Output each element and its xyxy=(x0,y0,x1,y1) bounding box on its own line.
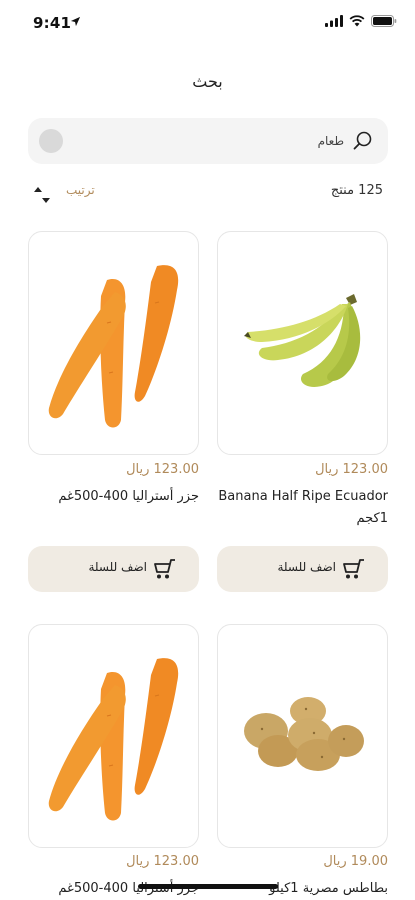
sort-icon[interactable] xyxy=(30,183,54,207)
potato-image xyxy=(244,697,364,771)
add-to-cart-button[interactable]: اضف للسلة xyxy=(217,546,388,592)
product-price: 123.00 ريال xyxy=(126,462,199,477)
add-to-cart-label: اضف للسلة xyxy=(277,560,337,574)
search-icon[interactable] xyxy=(352,130,374,152)
signal-icon xyxy=(325,15,343,27)
search-clear-button[interactable] xyxy=(39,129,63,153)
page-title: بحث xyxy=(192,72,223,91)
banana-image xyxy=(244,294,361,387)
product-name: جزر أستراليا 400-500غم xyxy=(58,881,199,896)
product-card-potato[interactable] xyxy=(217,624,388,848)
search-bar[interactable] xyxy=(28,118,388,164)
product-price: 123.00 ريال xyxy=(315,462,388,477)
battery-icon xyxy=(371,15,397,27)
status-indicators xyxy=(325,15,397,27)
product-price: 123.00 ريال xyxy=(126,854,199,869)
product-price: 19.00 ريال xyxy=(323,854,388,869)
cart-icon xyxy=(343,559,364,579)
status-bar: 9:41 xyxy=(0,0,415,46)
cart-icon xyxy=(154,559,175,579)
product-name: Banana Half Ripe Ecuador 1كجم xyxy=(218,489,388,526)
product-card-banana[interactable] xyxy=(217,231,388,455)
location-arrow-icon xyxy=(70,16,81,27)
product-card-carrot[interactable] xyxy=(28,624,199,848)
add-to-cart-button[interactable]: اضف للسلة xyxy=(28,546,199,592)
search-input[interactable] xyxy=(94,130,344,152)
home-indicator xyxy=(138,884,278,889)
results-count: 125 منتج xyxy=(330,183,383,198)
status-time: 9:41 xyxy=(33,14,72,32)
carrot-image xyxy=(48,265,179,428)
product-card-carrot[interactable] xyxy=(28,231,199,455)
wifi-icon xyxy=(349,15,365,27)
sort-button[interactable]: ترتيب xyxy=(66,183,95,197)
carrot-image xyxy=(48,658,179,821)
add-to-cart-label: اضف للسلة xyxy=(88,560,148,574)
product-name: بطاطس مصرية 1كيلو xyxy=(269,881,388,896)
product-name: جزر أستراليا 400-500غم xyxy=(58,489,199,504)
